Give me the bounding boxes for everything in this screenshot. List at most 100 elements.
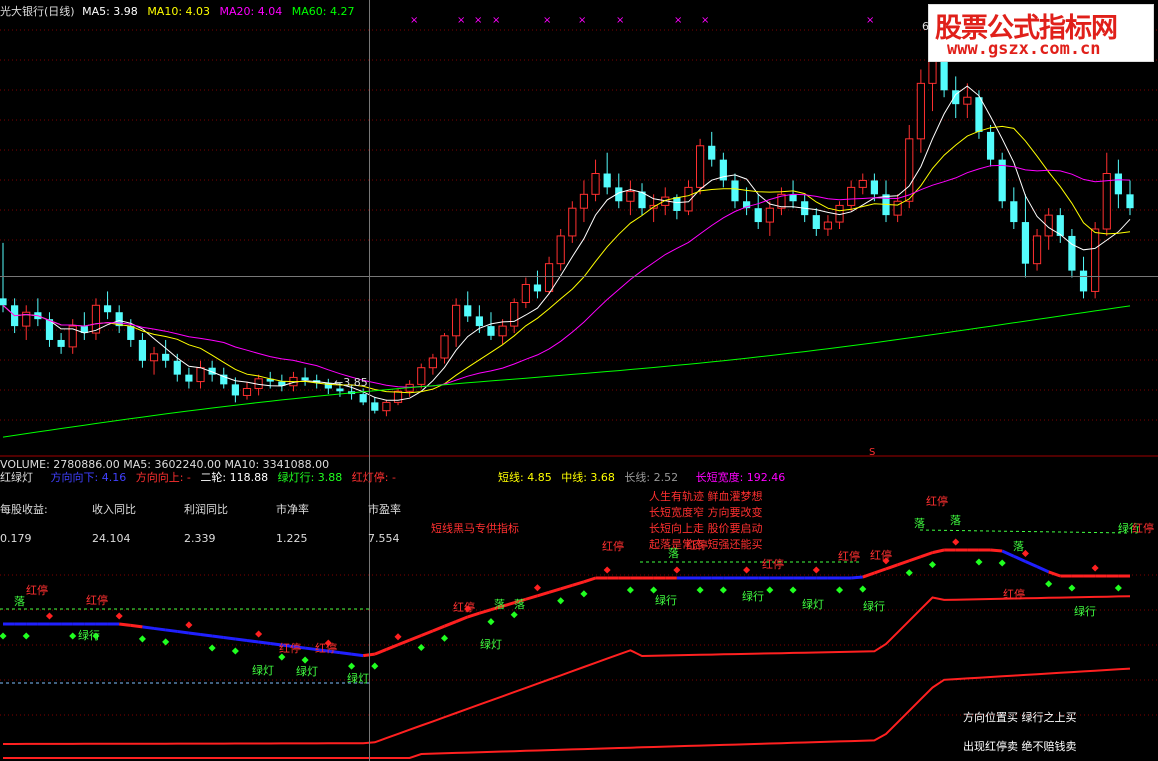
direction-segment xyxy=(211,634,224,639)
red-stop-label: 红停 xyxy=(453,601,475,614)
signal-dot xyxy=(1045,580,1053,588)
candle-body xyxy=(1079,270,1088,292)
candle-body xyxy=(626,191,635,202)
fund-header-3: 市净率 xyxy=(276,503,309,516)
green-go-label: 落 xyxy=(950,514,961,527)
candle-body xyxy=(242,388,252,396)
direction-segment xyxy=(409,634,422,642)
signal-dot xyxy=(1114,584,1122,592)
candle-body xyxy=(754,208,762,223)
signal-dot xyxy=(812,566,820,574)
candle-body xyxy=(870,180,878,195)
dir-up-value: 方向向上: - xyxy=(135,471,191,484)
ma5-value: MA5: 3.98 xyxy=(82,5,138,18)
event-marker: × xyxy=(492,15,500,26)
candle-body xyxy=(696,145,705,188)
candle-body xyxy=(475,316,483,327)
green-go-label: 绿行 xyxy=(863,600,885,613)
red-stop-label: 红停 xyxy=(762,558,784,571)
candle-body xyxy=(417,367,426,385)
candle-body xyxy=(452,304,461,337)
event-marker: × xyxy=(474,15,482,26)
candle-body xyxy=(1114,173,1122,195)
green-go-label: 落 xyxy=(494,598,505,611)
promo-text: 短线黑马专供指标 xyxy=(431,522,519,535)
ma20-value: MA20: 4.04 xyxy=(219,5,283,18)
signal-dot xyxy=(789,586,797,594)
signal-dot xyxy=(836,586,844,594)
fund-header-0: 每股收益: xyxy=(0,503,48,516)
green-go-label: 绿行 xyxy=(78,629,100,642)
threshold-line xyxy=(919,529,1131,534)
poem-line-2: 长短向上走 股价要启动 xyxy=(649,522,763,535)
red-stop-label: 红停 xyxy=(870,549,892,562)
candle-body xyxy=(103,305,112,313)
event-marker: × xyxy=(866,15,874,26)
candle-body xyxy=(196,367,205,383)
direction-segment xyxy=(932,548,945,555)
signal-dot xyxy=(0,632,7,640)
direction-segment xyxy=(560,583,573,591)
direction-segment xyxy=(548,587,562,594)
footer-note-0: 方向位置买 绿行之上买 xyxy=(963,711,1077,724)
candle-body xyxy=(847,186,856,206)
green-go-label: 绿灯 xyxy=(347,672,369,685)
fund-value-1: 24.104 xyxy=(92,532,131,545)
candle-body xyxy=(708,145,716,160)
red-stop-label: 红停 xyxy=(86,594,108,607)
candle-body xyxy=(487,326,495,336)
signal-dot xyxy=(371,662,379,670)
event-marker: × xyxy=(616,15,624,26)
event-marker: × xyxy=(578,15,586,26)
signal-dot xyxy=(626,586,634,594)
candle-body xyxy=(393,390,403,403)
fund-header-1: 收入同比 xyxy=(92,503,136,516)
poem-line-0: 人生有轨迹 鲜血灌梦想 xyxy=(649,490,763,503)
watermark-logo: 股票公式指标网 www.gszx.com.cn xyxy=(928,4,1154,62)
direction-segment xyxy=(1013,554,1027,563)
direction-segment xyxy=(990,548,1003,553)
support-line xyxy=(3,595,1131,745)
direction-segment xyxy=(873,567,887,575)
ma60-value: MA60: 4.27 xyxy=(291,5,355,18)
candle-body xyxy=(57,339,65,347)
ma60-line xyxy=(2,305,1131,438)
candle-body xyxy=(812,215,820,229)
signal-dot xyxy=(580,590,588,598)
signal-dot xyxy=(1091,564,1099,572)
poem-line-1: 长短宽度窄 方向要改变 xyxy=(649,506,763,519)
candle-body xyxy=(765,207,774,223)
candle-body xyxy=(789,194,797,202)
signal-dot xyxy=(557,597,565,605)
direction-segment xyxy=(153,626,166,632)
candle-body xyxy=(231,384,239,396)
candle-body xyxy=(1091,228,1100,292)
direction-segment xyxy=(1036,565,1050,574)
signal-dot xyxy=(510,611,518,619)
direction-segment xyxy=(525,594,538,601)
candle-body xyxy=(568,207,577,237)
signal-dot xyxy=(743,566,751,574)
candle-body xyxy=(823,221,833,230)
ma5-line xyxy=(2,85,1131,401)
red-light-value: 红灯停: - xyxy=(351,471,396,484)
candle-body xyxy=(858,179,867,188)
green-go-label: 绿灯 xyxy=(252,664,274,677)
direction-segment xyxy=(862,571,875,579)
red-stop-label: 红停 xyxy=(686,539,708,552)
kline-chart-stage[interactable]: × × × × × × × × × × S xyxy=(0,0,1158,761)
candle-body xyxy=(603,173,611,188)
direction-segment xyxy=(897,559,910,567)
candle-body xyxy=(301,377,309,381)
candle-body xyxy=(185,374,193,382)
signal-dot xyxy=(696,586,704,594)
green-go-label: 落 xyxy=(1013,540,1024,553)
direction-segment xyxy=(235,637,248,642)
candle-body xyxy=(1010,201,1018,223)
direction-segment xyxy=(119,622,131,627)
width-value: 长短宽度: 192.46 xyxy=(695,471,786,484)
green-go-label: 绿行 xyxy=(742,590,764,603)
signal-dot xyxy=(859,585,867,593)
candle-body xyxy=(731,180,739,202)
direction-segment xyxy=(1048,570,1061,578)
